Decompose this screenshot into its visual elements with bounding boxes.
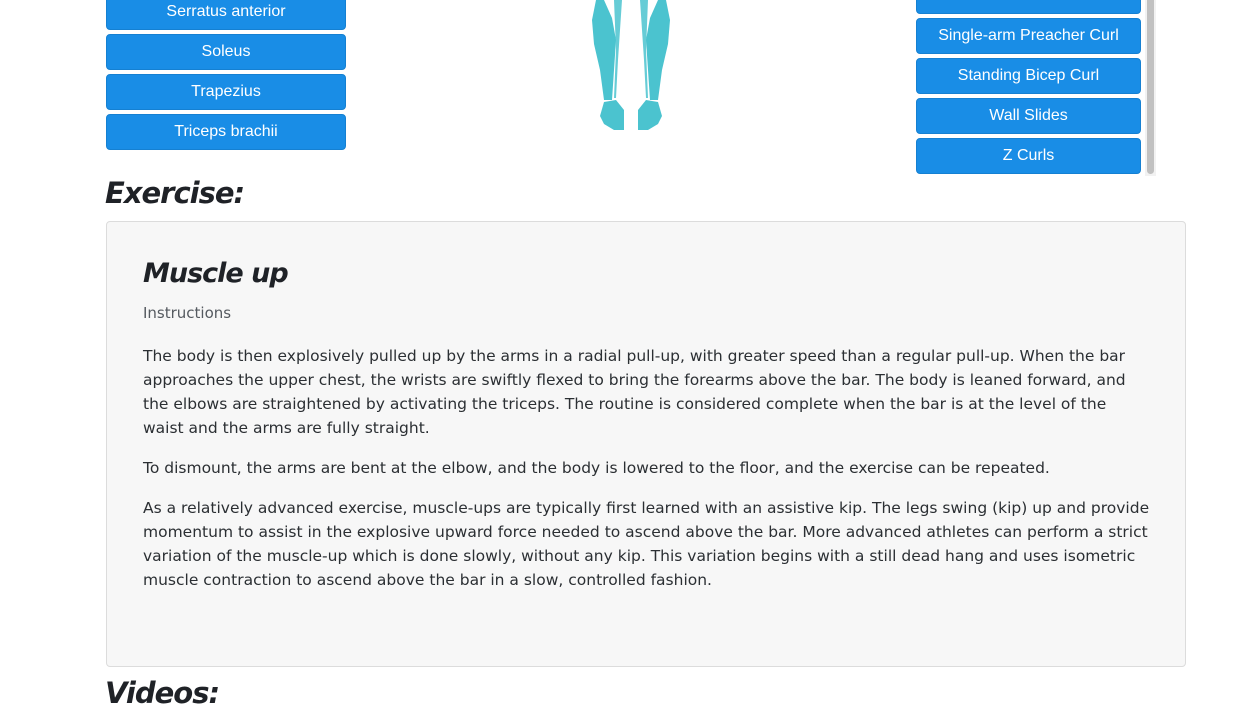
exercise-button-wall-slides[interactable]: Wall Slides — [916, 98, 1141, 134]
muscle-button-trapezius[interactable]: Trapezius — [106, 74, 346, 110]
instructions-body: The body is then explosively pulled up b… — [143, 344, 1151, 608]
left-foot — [600, 100, 624, 130]
muscle-button-triceps-brachii[interactable]: Triceps brachii — [106, 114, 346, 150]
muscle-button-soleus[interactable]: Soleus — [106, 34, 346, 70]
exercise-button-single-arm-preacher-curl[interactable]: Single-arm Preacher Curl — [916, 18, 1141, 54]
instructions-label: Instructions — [143, 304, 232, 322]
videos-section-heading: Videos: — [105, 676, 220, 710]
exercise-section-heading: Exercise: — [105, 176, 245, 210]
left-calf-muscle — [592, 0, 616, 100]
exercise-button-standing-bicep-curl[interactable]: Standing Bicep Curl — [916, 58, 1141, 94]
exercise-list[interactable]: Reverse Curl Single-arm Preacher Curl St… — [914, 0, 1157, 176]
instruction-paragraph: As a relatively advanced exercise, muscl… — [143, 499, 1150, 589]
instruction-paragraph: To dismount, the arms are bent at the el… — [143, 459, 1050, 477]
right-calf-muscle — [646, 0, 670, 100]
muscle-button-serratus-anterior[interactable]: Serratus anterior — [106, 0, 346, 30]
scrollbar-thumb[interactable] — [1147, 0, 1154, 174]
exercise-button-z-curls[interactable]: Z Curls — [916, 138, 1141, 174]
exercise-button-reverse-curl[interactable]: Reverse Curl — [916, 0, 1141, 14]
muscle-map-figure[interactable] — [590, 0, 672, 132]
instruction-paragraph: The body is then explosively pulled up b… — [143, 347, 1126, 437]
right-foot — [638, 100, 662, 130]
exercise-title: Muscle up — [143, 258, 289, 289]
exercise-card: Muscle up Instructions The body is then … — [106, 221, 1186, 667]
